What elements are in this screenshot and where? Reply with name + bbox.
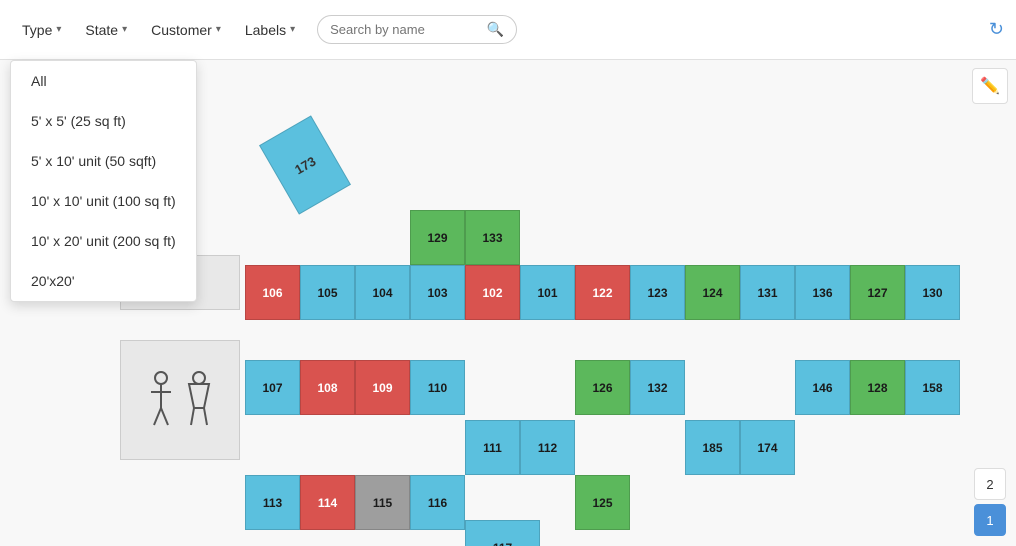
type-arrow-icon: ▾ <box>56 24 61 35</box>
type-label: Type <box>22 22 52 38</box>
search-input[interactable] <box>330 22 481 37</box>
dropdown-item-all[interactable]: All <box>11 61 196 101</box>
unit-110[interactable]: 110 <box>410 360 465 415</box>
unit-108[interactable]: 108 <box>300 360 355 415</box>
labels-arrow-icon: ▾ <box>290 24 295 35</box>
unit-107[interactable]: 107 <box>245 360 300 415</box>
edit-icon: ✏️ <box>980 76 1000 96</box>
unit-114[interactable]: 114 <box>300 475 355 530</box>
unit-128[interactable]: 128 <box>850 360 905 415</box>
unit-129[interactable]: 129 <box>410 210 465 265</box>
unit-103[interactable]: 103 <box>410 265 465 320</box>
female-person-icon <box>184 370 214 430</box>
dropdown-item-5x10[interactable]: 5' x 10' unit (50 sqft) <box>11 141 196 181</box>
unit-124[interactable]: 124 <box>685 265 740 320</box>
type-dropdown-menu: All 5' x 5' (25 sq ft) 5' x 10' unit (50… <box>10 60 197 302</box>
state-label: State <box>85 22 118 38</box>
dropdown-item-20x20[interactable]: 20'x20' <box>11 261 196 301</box>
unit-130[interactable]: 130 <box>905 265 960 320</box>
unit-109[interactable]: 109 <box>355 360 410 415</box>
unit-127[interactable]: 127 <box>850 265 905 320</box>
toolbar: Type ▾ State ▾ Customer ▾ Labels ▾ 🔍 ↻ <box>0 0 1016 60</box>
unit-185[interactable]: 185 <box>685 420 740 475</box>
search-icon: 🔍 <box>487 21 504 38</box>
unit-117[interactable]: 117 <box>465 520 540 546</box>
unit-136[interactable]: 136 <box>795 265 850 320</box>
unit-112[interactable]: 112 <box>520 420 575 475</box>
edit-button[interactable]: ✏️ <box>972 68 1008 104</box>
pagination: 2 1 <box>974 468 1006 536</box>
unit-113[interactable]: 113 <box>245 475 300 530</box>
unit-101[interactable]: 101 <box>520 265 575 320</box>
dropdown-item-10x20[interactable]: 10' x 20' unit (200 sq ft) <box>11 221 196 261</box>
unit-116[interactable]: 116 <box>410 475 465 530</box>
unit-131[interactable]: 131 <box>740 265 795 320</box>
unit-111[interactable]: 111 <box>465 420 520 475</box>
unit-123[interactable]: 123 <box>630 265 685 320</box>
unit-173[interactable]: 173 <box>259 115 351 214</box>
dropdown-item-5x5[interactable]: 5' x 5' (25 sq ft) <box>11 101 196 141</box>
labels-dropdown-button[interactable]: Labels ▾ <box>235 16 305 44</box>
unit-174[interactable]: 174 <box>740 420 795 475</box>
unit-102[interactable]: 102 <box>465 265 520 320</box>
unit-133[interactable]: 133 <box>465 210 520 265</box>
unit-158[interactable]: 158 <box>905 360 960 415</box>
page-1-button[interactable]: 1 <box>974 504 1006 536</box>
state-arrow-icon: ▾ <box>122 24 127 35</box>
state-dropdown-button[interactable]: State ▾ <box>75 16 137 44</box>
labels-label: Labels <box>245 22 286 38</box>
unit-106[interactable]: 106 <box>245 265 300 320</box>
unit-146[interactable]: 146 <box>795 360 850 415</box>
unit-122[interactable]: 122 <box>575 265 630 320</box>
unit-105[interactable]: 105 <box>300 265 355 320</box>
search-box[interactable]: 🔍 <box>317 15 517 44</box>
customer-arrow-icon: ▾ <box>216 24 221 35</box>
customer-dropdown-button[interactable]: Customer ▾ <box>141 16 231 44</box>
bathroom-area <box>120 340 240 460</box>
type-dropdown-button[interactable]: Type ▾ <box>12 16 71 44</box>
unit-104[interactable]: 104 <box>355 265 410 320</box>
unit-125[interactable]: 125 <box>575 475 630 530</box>
male-person-icon <box>146 370 176 430</box>
unit-132[interactable]: 132 <box>630 360 685 415</box>
unit-115[interactable]: 115 <box>355 475 410 530</box>
dropdown-item-10x10[interactable]: 10' x 10' unit (100 sq ft) <box>11 181 196 221</box>
bathroom-icon <box>146 370 214 430</box>
customer-label: Customer <box>151 22 212 38</box>
refresh-button[interactable]: ↻ <box>989 19 1004 40</box>
unit-126[interactable]: 126 <box>575 360 630 415</box>
page-2-button[interactable]: 2 <box>974 468 1006 500</box>
